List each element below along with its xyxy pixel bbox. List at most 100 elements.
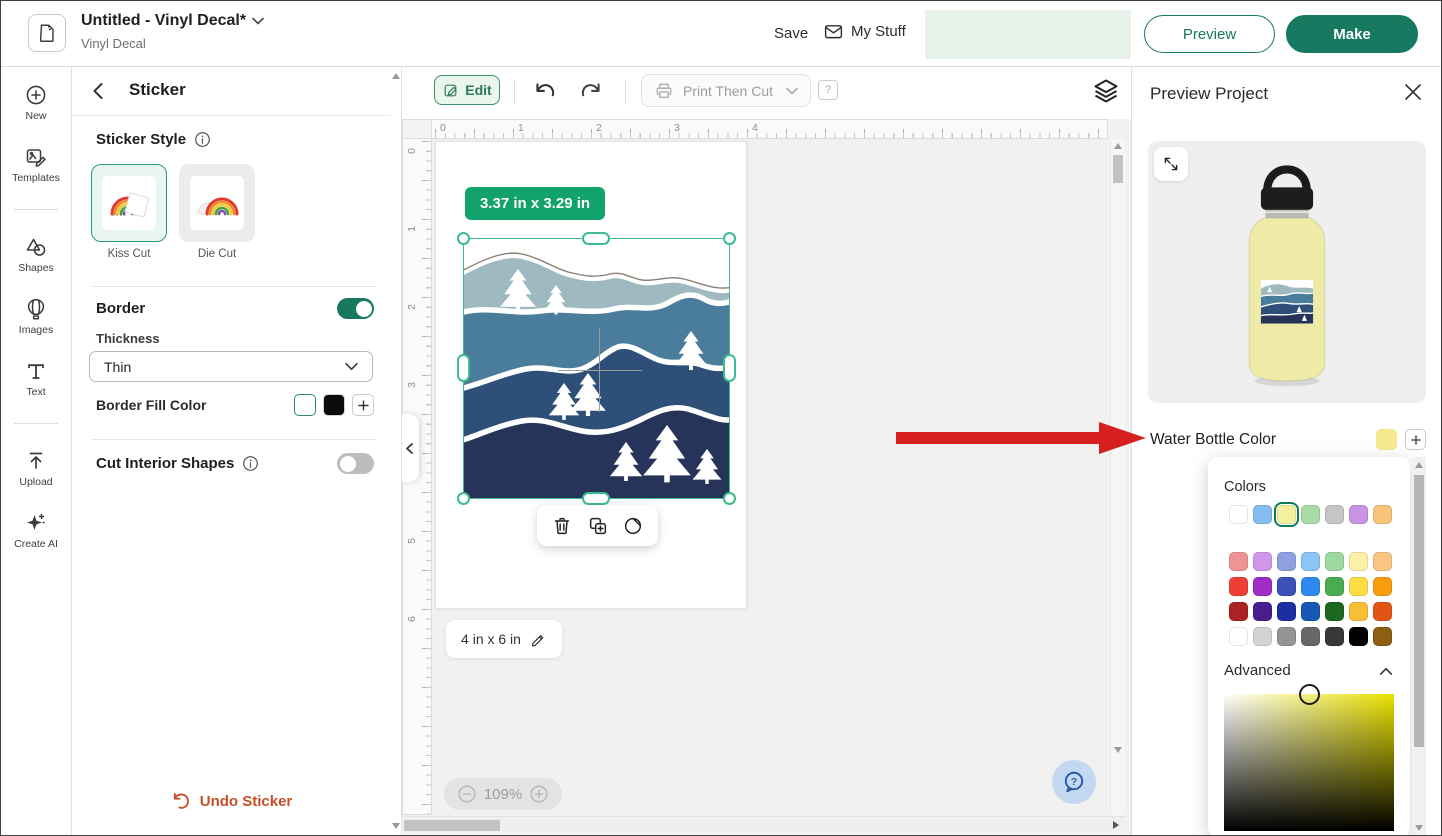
undo-icon[interactable] bbox=[532, 79, 558, 105]
panel-header: Sticker bbox=[72, 67, 391, 116]
color-swatch[interactable] bbox=[1229, 552, 1248, 571]
color-swatch[interactable] bbox=[1349, 627, 1368, 646]
color-swatch[interactable] bbox=[1325, 552, 1344, 571]
color-swatch[interactable] bbox=[1277, 505, 1296, 524]
border-fill-swatch-black[interactable] bbox=[323, 394, 345, 416]
color-swatch[interactable] bbox=[1373, 627, 1392, 646]
sidebar-item-upload[interactable]: Upload bbox=[1, 449, 71, 488]
close-icon[interactable] bbox=[1403, 82, 1423, 102]
info-icon[interactable] bbox=[242, 455, 259, 472]
color-swatch[interactable] bbox=[1373, 505, 1392, 524]
advanced-section-header[interactable]: Advanced bbox=[1224, 662, 1394, 679]
layers-icon[interactable] bbox=[1092, 77, 1120, 105]
sidebar-item-text[interactable]: Text bbox=[1, 359, 71, 398]
preview-scrollbar[interactable] bbox=[1412, 457, 1426, 836]
current-bottle-color-swatch[interactable] bbox=[1376, 429, 1397, 450]
color-swatch[interactable] bbox=[1253, 602, 1272, 621]
expand-button[interactable] bbox=[1154, 147, 1188, 181]
resize-handle-w[interactable] bbox=[457, 354, 470, 382]
help-button[interactable]: ? bbox=[1052, 760, 1096, 804]
color-swatch[interactable] bbox=[1301, 552, 1320, 571]
color-swatch[interactable] bbox=[1253, 627, 1272, 646]
add-border-color-button[interactable] bbox=[352, 394, 374, 416]
balloon-icon bbox=[24, 297, 48, 321]
color-swatch[interactable] bbox=[1277, 552, 1296, 571]
color-swatch[interactable] bbox=[1373, 552, 1392, 571]
sidebar-item-create-ai[interactable]: Create AI bbox=[1, 511, 71, 550]
color-swatch[interactable] bbox=[1277, 602, 1296, 621]
border-fill-swatch-white[interactable] bbox=[294, 394, 316, 416]
color-swatch[interactable] bbox=[1349, 505, 1368, 524]
add-bottle-color-button[interactable] bbox=[1405, 429, 1426, 450]
color-swatch[interactable] bbox=[1349, 577, 1368, 596]
canvas-horizontal-scrollbar[interactable] bbox=[402, 816, 1125, 833]
preview-button[interactable]: Preview bbox=[1144, 15, 1275, 53]
resize-handle-se[interactable] bbox=[723, 492, 736, 505]
project-menu-button[interactable] bbox=[28, 14, 66, 52]
my-stuff-button[interactable]: My Stuff bbox=[823, 21, 906, 42]
canvas-vertical-scrollbar[interactable] bbox=[1110, 139, 1125, 815]
back-icon[interactable] bbox=[88, 80, 110, 102]
zoom-out-icon[interactable] bbox=[458, 785, 476, 803]
thickness-select[interactable]: Thin bbox=[89, 351, 373, 382]
color-swatch[interactable] bbox=[1325, 505, 1344, 524]
mountain-sticker-art bbox=[464, 239, 729, 498]
plus-icon bbox=[1410, 434, 1422, 446]
undo-sticker-button[interactable]: Undo Sticker bbox=[72, 791, 391, 811]
border-toggle[interactable] bbox=[337, 298, 374, 319]
make-button[interactable]: Make bbox=[1286, 15, 1418, 53]
resize-handle-n[interactable] bbox=[582, 232, 610, 245]
print-help-button[interactable]: ? bbox=[818, 80, 838, 100]
mat-size-control[interactable]: 4 in x 6 in bbox=[446, 620, 562, 658]
color-swatch[interactable] bbox=[1229, 505, 1248, 524]
color-swatch[interactable] bbox=[1325, 577, 1344, 596]
redo-icon[interactable] bbox=[578, 79, 604, 105]
sidebar-item-templates[interactable]: Templates bbox=[1, 145, 71, 184]
color-gradient-field[interactable] bbox=[1224, 694, 1394, 831]
shapes-icon bbox=[24, 235, 48, 259]
panel-scrollbar[interactable] bbox=[391, 67, 402, 836]
color-swatch[interactable] bbox=[1229, 577, 1248, 596]
kiss-cut-option[interactable]: Kiss Cut bbox=[91, 164, 167, 260]
sticker-peel-icon[interactable] bbox=[622, 515, 644, 537]
resize-handle-s[interactable] bbox=[582, 492, 610, 505]
sidebar-item-new[interactable]: New bbox=[1, 83, 71, 122]
sidebar-item-shapes[interactable]: Shapes bbox=[1, 235, 71, 274]
delete-icon[interactable] bbox=[551, 515, 573, 537]
resize-handle-nw[interactable] bbox=[457, 232, 470, 245]
color-swatch[interactable] bbox=[1301, 627, 1320, 646]
color-swatch[interactable] bbox=[1277, 627, 1296, 646]
info-icon[interactable] bbox=[194, 131, 211, 148]
panel-collapse-tab[interactable] bbox=[400, 414, 419, 482]
color-swatch[interactable] bbox=[1349, 602, 1368, 621]
color-swatch[interactable] bbox=[1325, 602, 1344, 621]
color-swatch[interactable] bbox=[1253, 505, 1272, 524]
sidebar-item-images[interactable]: Images bbox=[1, 297, 71, 336]
colors-label: Colors bbox=[1224, 479, 1266, 495]
color-swatch[interactable] bbox=[1373, 602, 1392, 621]
resize-handle-sw[interactable] bbox=[457, 492, 470, 505]
color-swatch[interactable] bbox=[1229, 602, 1248, 621]
color-swatch[interactable] bbox=[1229, 627, 1248, 646]
color-swatch[interactable] bbox=[1373, 577, 1392, 596]
color-swatch[interactable] bbox=[1277, 577, 1296, 596]
color-swatch[interactable] bbox=[1253, 552, 1272, 571]
duplicate-icon[interactable] bbox=[587, 515, 609, 537]
cut-interior-toggle[interactable] bbox=[337, 453, 374, 474]
color-swatch[interactable] bbox=[1253, 577, 1272, 596]
color-swatch[interactable] bbox=[1301, 602, 1320, 621]
resize-handle-ne[interactable] bbox=[723, 232, 736, 245]
color-swatch[interactable] bbox=[1301, 577, 1320, 596]
selected-sticker[interactable] bbox=[464, 239, 729, 498]
print-then-cut-button[interactable]: Print Then Cut bbox=[641, 74, 811, 107]
color-swatch[interactable] bbox=[1301, 505, 1320, 524]
project-title[interactable]: Untitled - Vinyl Decal* bbox=[81, 12, 264, 30]
resize-handle-e[interactable] bbox=[723, 354, 736, 382]
die-cut-option[interactable]: Die Cut bbox=[179, 164, 255, 260]
color-swatch[interactable] bbox=[1349, 552, 1368, 571]
gradient-picker-handle[interactable] bbox=[1299, 684, 1320, 705]
color-swatch[interactable] bbox=[1325, 627, 1344, 646]
zoom-in-icon[interactable] bbox=[530, 785, 548, 803]
save-button[interactable]: Save bbox=[774, 25, 808, 42]
edit-button[interactable]: Edit bbox=[434, 75, 500, 105]
